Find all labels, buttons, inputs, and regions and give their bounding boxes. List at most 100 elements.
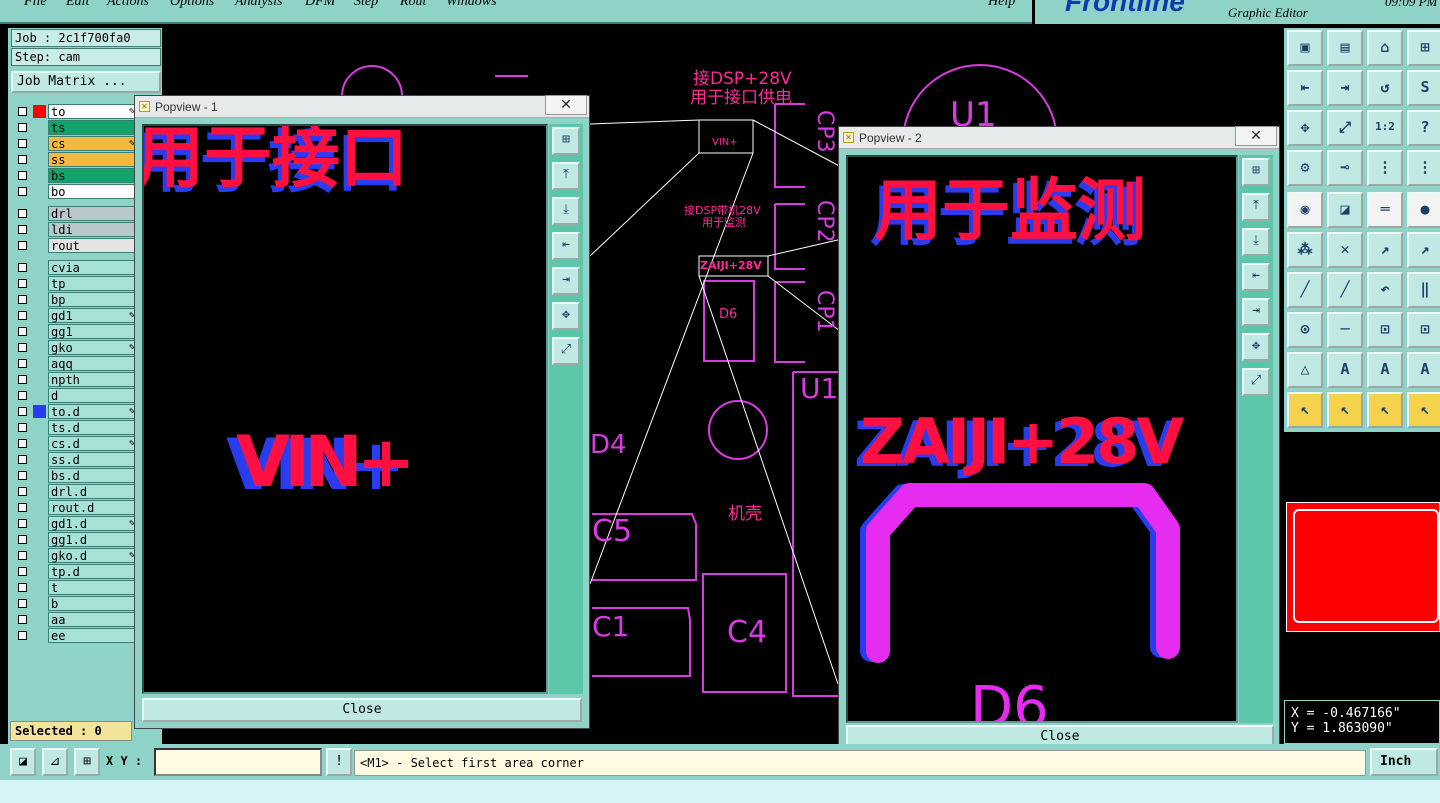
tool-button[interactable]: ⌂ [1367, 30, 1403, 66]
layer-color-swatch[interactable] [33, 485, 46, 498]
layer-name[interactable]: cs.d ✎ [48, 436, 138, 451]
pan-left-icon[interactable]: ⇤ [1242, 263, 1270, 291]
layer-name[interactable]: drl [48, 206, 138, 221]
layer-name[interactable]: drl.d [48, 484, 138, 499]
layer-name[interactable]: bp [48, 292, 138, 307]
menu-rout[interactable]: Rout [400, 0, 426, 10]
layer-checkbox[interactable] [18, 487, 27, 496]
exclamation-icon[interactable]: ! [326, 748, 352, 776]
layer-color-swatch[interactable] [33, 169, 46, 182]
tool-button[interactable]: ⁂ [1287, 232, 1323, 268]
layer-checkbox[interactable] [18, 455, 27, 464]
layer-name[interactable]: cvia [48, 260, 138, 275]
layer-row[interactable]: gko ✎ [14, 340, 138, 355]
tool-button[interactable]: ↺ [1367, 70, 1403, 106]
tool-button[interactable]: ▣ [1287, 30, 1323, 66]
layer-color-swatch[interactable] [33, 549, 46, 562]
layer-checkbox[interactable] [18, 343, 27, 352]
layer-row[interactable]: bo [14, 184, 138, 199]
pan-down-icon[interactable]: ⤓ [552, 197, 580, 225]
layer-checkbox[interactable] [18, 155, 27, 164]
layer-row[interactable]: aa [14, 612, 138, 627]
layer-color-swatch[interactable] [33, 613, 46, 626]
layer-row[interactable]: ss [14, 152, 138, 167]
layer-color-swatch[interactable] [33, 453, 46, 466]
job-matrix-button[interactable]: Job Matrix ... [11, 71, 161, 93]
layer-checkbox[interactable] [18, 599, 27, 608]
layer-checkbox[interactable] [18, 519, 27, 528]
layer-color-swatch[interactable] [33, 517, 46, 530]
tool-button[interactable]: ⋮ [1407, 150, 1440, 186]
layer-name[interactable]: ts [48, 120, 138, 135]
tool-button[interactable]: A [1327, 352, 1363, 388]
layer-name[interactable]: d [48, 388, 138, 403]
layer-name[interactable]: bs [48, 168, 138, 183]
tool-button[interactable]: ‖ [1407, 272, 1440, 308]
layer-name[interactable]: tp [48, 276, 138, 291]
layer-row[interactable]: gg1.d [14, 532, 138, 547]
layer-color-swatch[interactable] [33, 533, 46, 546]
tool-button[interactable]: ⊙ [1287, 312, 1323, 348]
popview-1-close-button[interactable]: Close [142, 698, 582, 722]
layer-name[interactable]: cs ✎ [48, 136, 138, 151]
tool-button[interactable]: ⊡ [1367, 312, 1403, 348]
layer-color-swatch[interactable] [33, 373, 46, 386]
zoom-out-icon[interactable]: ⤢ [1242, 368, 1270, 396]
layer-name[interactable]: rout.d [48, 500, 138, 515]
pan-right-icon[interactable]: ⇥ [1242, 298, 1270, 326]
layer-name[interactable]: gko ✎ [48, 340, 138, 355]
tool-button[interactable]: ↖ [1287, 392, 1323, 428]
layer-name[interactable]: bs.d [48, 468, 138, 483]
layer-color-swatch[interactable] [33, 185, 46, 198]
layer-name[interactable]: bo [48, 184, 138, 199]
layer-checkbox[interactable] [18, 225, 27, 234]
layer-row[interactable]: ldi [14, 222, 138, 237]
layer-checkbox[interactable] [18, 471, 27, 480]
layer-checkbox[interactable] [18, 391, 27, 400]
layer-color-swatch[interactable] [33, 293, 46, 306]
tool-button[interactable]: ⇤ [1287, 70, 1323, 106]
grid-icon[interactable]: ⊞ [74, 748, 100, 776]
layer-checkbox[interactable] [18, 583, 27, 592]
layer-name[interactable]: b [48, 596, 138, 611]
layer-checkbox[interactable] [18, 503, 27, 512]
layer-row[interactable]: d [14, 388, 138, 403]
layer-row[interactable]: rout.d [14, 500, 138, 515]
layer-checkbox[interactable] [18, 375, 27, 384]
zoom-in-icon[interactable]: ✥ [552, 302, 580, 330]
menu-edit[interactable]: Edit [66, 0, 89, 10]
layer-color-swatch[interactable] [33, 341, 46, 354]
tool-button[interactable]: ⊞ [1407, 30, 1440, 66]
layer-name[interactable]: gd1.d ✎ [48, 516, 138, 531]
measure-icon[interactable]: ⊿ [42, 748, 68, 776]
tool-button[interactable]: ↖ [1327, 392, 1363, 428]
layer-color-swatch[interactable] [33, 389, 46, 402]
layer-name[interactable]: to ✎ [48, 104, 138, 119]
tool-button[interactable]: ⊡ [1407, 312, 1440, 348]
tool-button[interactable]: ↗ [1367, 232, 1403, 268]
layer-name[interactable]: gd1 ✎ [48, 308, 138, 323]
layer-row[interactable]: b [14, 596, 138, 611]
layer-checkbox[interactable] [18, 171, 27, 180]
tool-button[interactable]: ▤ [1327, 30, 1363, 66]
layer-color-swatch[interactable] [33, 629, 46, 642]
layer-name[interactable]: aqq [48, 356, 138, 371]
layer-name[interactable]: t [48, 580, 138, 595]
layer-color-swatch[interactable] [33, 223, 46, 236]
layer-row[interactable]: bs [14, 168, 138, 183]
layer-row[interactable]: aqq [14, 356, 138, 371]
tool-button[interactable]: △ [1287, 352, 1323, 388]
tool-button[interactable]: ? [1407, 110, 1440, 146]
popview-1-canvas[interactable]: 用于接口 VIN+ [142, 124, 548, 694]
menu-help[interactable]: Help [988, 0, 1015, 10]
layer-name[interactable]: ee [48, 628, 138, 643]
zoom-fit-icon[interactable]: ⊞ [1242, 158, 1270, 186]
layer-color-swatch[interactable] [33, 309, 46, 322]
tool-button[interactable]: ↖ [1367, 392, 1403, 428]
layer-color-swatch[interactable] [33, 105, 46, 118]
zoom-out-icon[interactable]: ⤢ [552, 337, 580, 365]
popview-2-canvas[interactable]: 用于监测 ZAIJI+28V D6 [846, 155, 1238, 723]
layer-color-swatch[interactable] [33, 153, 46, 166]
layer-row[interactable]: ts [14, 120, 138, 135]
layer-row[interactable]: rout [14, 238, 138, 253]
